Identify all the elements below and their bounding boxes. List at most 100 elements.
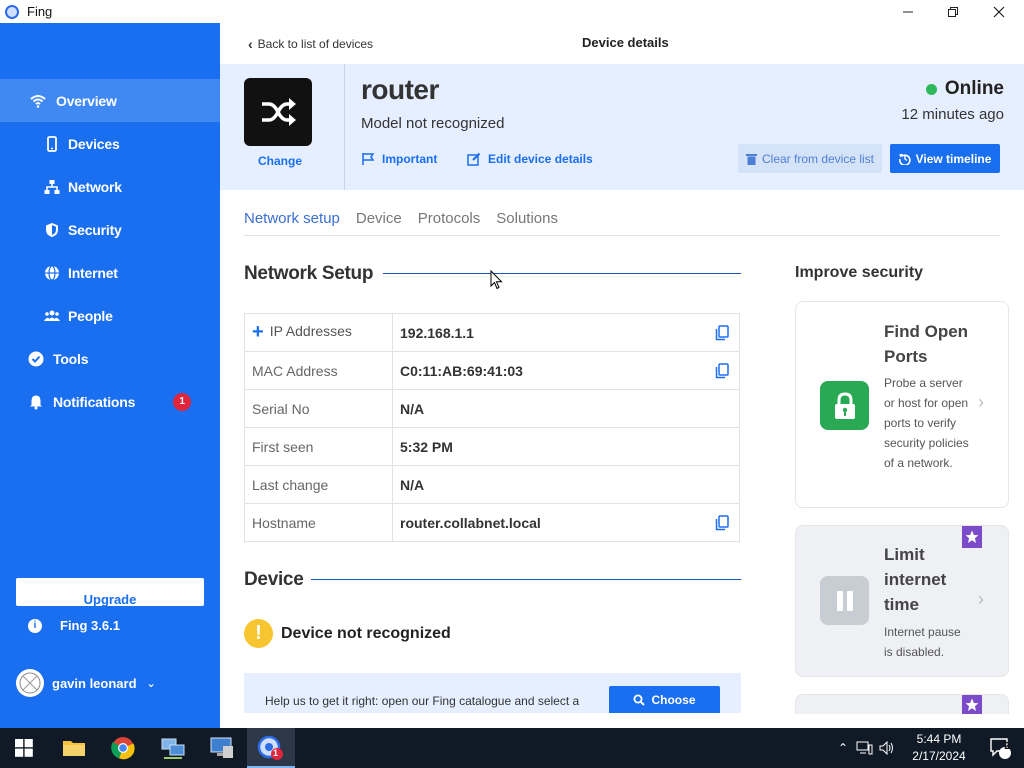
card-title: Limit internet time xyxy=(884,545,947,614)
ip-addresses-label[interactable]: + IP Addresses xyxy=(244,313,393,352)
back-link-label: Back to list of devices xyxy=(257,37,374,51)
device-header: Change router Model not recognized Impor… xyxy=(220,64,1024,190)
shield-icon xyxy=(43,221,61,239)
fing-taskbar-badge: 1 xyxy=(273,748,279,758)
edit-label: Edit device details xyxy=(488,152,593,166)
status-text: Online xyxy=(944,78,1004,99)
edit-device-button[interactable]: Edit device details xyxy=(467,152,593,166)
page-title: Device details xyxy=(582,35,669,50)
user-name: gavin leonard xyxy=(52,675,137,691)
sidebar-item-network[interactable]: Network xyxy=(0,165,220,208)
restore-button[interactable] xyxy=(930,0,976,23)
find-open-ports-card[interactable]: Find Open Ports Probe a server or host f… xyxy=(795,301,1009,508)
copy-icon[interactable] xyxy=(715,363,729,379)
hostname-label: Hostname xyxy=(244,503,393,542)
important-button[interactable]: Important xyxy=(361,152,437,166)
serial-no-value: N/A xyxy=(392,389,740,428)
section-divider xyxy=(383,273,741,274)
taskbar-clock[interactable]: 5:44 PM 2/17/2024 xyxy=(903,731,975,765)
wifi-icon xyxy=(29,92,47,110)
status-badge: Online xyxy=(925,78,1004,100)
sidebar-item-overview[interactable]: Overview xyxy=(0,79,220,122)
system-tray: ⌃ xyxy=(838,728,895,768)
sidebar-item-label: Internet xyxy=(68,264,118,281)
network-tool-icon xyxy=(161,738,185,759)
tab-device[interactable]: Device xyxy=(356,210,402,235)
choose-label: Choose xyxy=(651,692,696,707)
upgrade-button[interactable]: Upgrade xyxy=(16,578,204,606)
view-timeline-button[interactable]: View timeline xyxy=(890,144,1000,173)
table-row: + IP Addresses 192.168.1.1 xyxy=(244,313,740,352)
copy-icon[interactable] xyxy=(715,515,729,531)
window-title: Fing xyxy=(27,4,53,19)
computer-icon xyxy=(210,737,233,758)
trash-icon xyxy=(745,153,757,165)
sidebar-item-tools[interactable]: Tools xyxy=(0,337,220,380)
people-icon xyxy=(43,307,61,325)
sidebar-item-devices[interactable]: Devices xyxy=(0,122,220,165)
taskbar: 1 ⌃ 5:44 PM 2/17/2024 2 xyxy=(0,728,1024,768)
taskbar-chrome[interactable] xyxy=(99,728,147,768)
mac-address-value: C0:11:AB:69:41:03 xyxy=(392,351,740,390)
restore-icon xyxy=(948,6,958,17)
sidebar-item-notifications[interactable]: Notifications 1 xyxy=(0,380,220,423)
help-box: Help us to get it right: open our Fing c… xyxy=(244,673,741,713)
flag-icon xyxy=(362,153,375,165)
sidebar-item-label: Network xyxy=(68,178,122,195)
tab-solutions[interactable]: Solutions xyxy=(496,210,558,235)
change-icon-link[interactable]: Change xyxy=(258,154,302,168)
chevron-up-icon[interactable]: ⌃ xyxy=(838,741,848,755)
chevron-left-icon: ‹ xyxy=(248,36,253,52)
header-divider xyxy=(344,64,345,190)
taskbar-file-explorer[interactable] xyxy=(50,728,98,768)
premium-card-partial[interactable] xyxy=(795,694,1009,714)
network-icon xyxy=(43,178,61,196)
history-icon xyxy=(898,153,911,165)
tab-protocols[interactable]: Protocols xyxy=(418,210,481,235)
online-dot xyxy=(925,83,937,95)
sidebar-item-label: Notifications xyxy=(53,393,136,410)
hostname-value: router.collabnet.local xyxy=(392,503,740,542)
sidebar-item-internet[interactable]: Internet xyxy=(0,251,220,294)
card-title: Find Open Ports xyxy=(884,322,969,366)
mouse-cursor-icon xyxy=(490,270,503,290)
close-button[interactable] xyxy=(976,0,1022,23)
sidebar-item-label: People xyxy=(68,307,113,324)
network-status-icon[interactable] xyxy=(856,741,873,755)
device-name: router xyxy=(361,74,439,105)
table-row: Serial No N/A xyxy=(244,389,740,428)
search-icon xyxy=(633,694,646,706)
table-row: Hostname router.collabnet.local xyxy=(244,503,740,542)
sidebar: Overview Devices Network Security Intern… xyxy=(0,23,220,728)
globe-icon xyxy=(43,264,61,282)
chrome-icon xyxy=(111,737,135,760)
tab-network-setup[interactable]: Network setup xyxy=(244,210,340,235)
user-menu[interactable]: gavin leonard ⌄ xyxy=(16,669,156,697)
taskbar-network-tool[interactable] xyxy=(149,728,197,768)
action-center-button[interactable]: 2 xyxy=(976,728,1024,768)
last-change-label: Last change xyxy=(244,465,393,504)
chevron-right-icon: › xyxy=(978,392,984,412)
clock-date: 2/17/2024 xyxy=(912,749,966,763)
fing-app-icon xyxy=(5,4,19,19)
sidebar-item-people[interactable]: People xyxy=(0,294,220,337)
check-circle-icon xyxy=(27,350,45,368)
choose-button[interactable]: Choose xyxy=(609,686,720,713)
clear-from-list-button[interactable]: Clear from device list xyxy=(738,144,882,173)
notification-badge: 1 xyxy=(173,392,191,411)
improve-security-title: Improve security xyxy=(795,264,924,281)
back-link[interactable]: ‹ Back to list of devices xyxy=(248,36,373,52)
sidebar-item-security[interactable]: Security xyxy=(0,208,220,251)
limit-internet-time-card[interactable]: Limit internet time Internet pause is di… xyxy=(795,525,1009,677)
table-row: Last change N/A xyxy=(244,465,740,504)
last-change-value: N/A xyxy=(392,465,740,504)
table-row: First seen 5:32 PM xyxy=(244,427,740,466)
taskbar-fing[interactable]: 1 xyxy=(247,728,295,768)
volume-icon[interactable] xyxy=(879,741,895,755)
copy-icon[interactable] xyxy=(715,325,729,341)
taskbar-remote-desktop[interactable] xyxy=(198,728,246,768)
warning-text: Device not recognized xyxy=(281,624,451,642)
start-button[interactable] xyxy=(0,728,48,768)
minimize-button[interactable] xyxy=(885,0,931,23)
clock-time: 5:44 PM xyxy=(916,732,962,746)
